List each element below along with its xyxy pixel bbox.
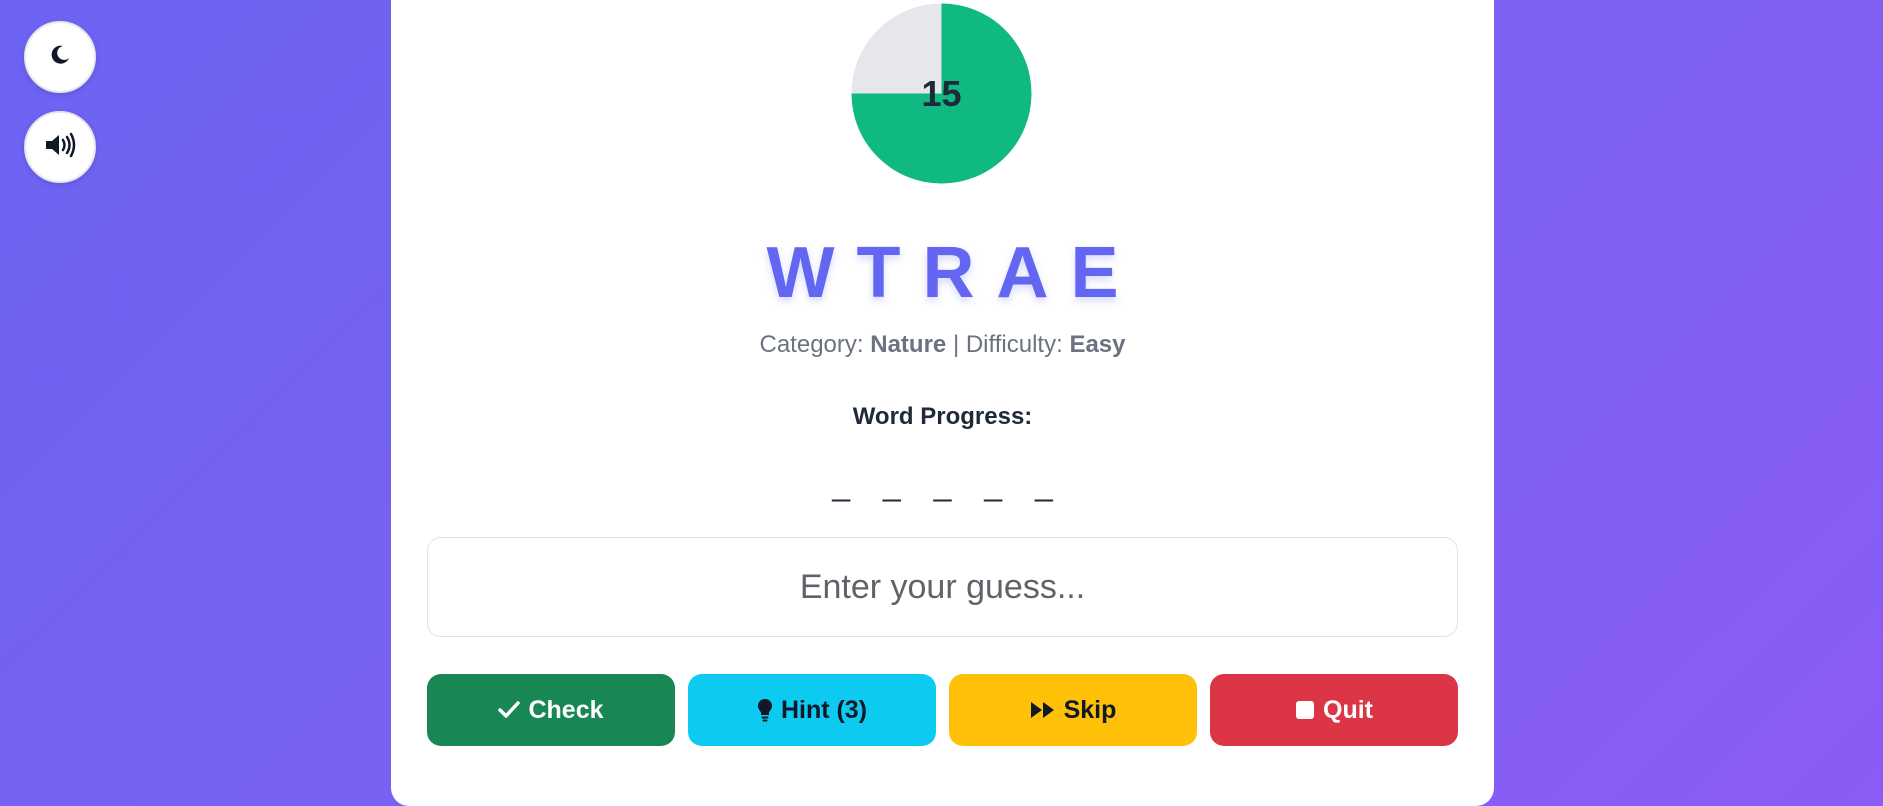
category-value: Nature <box>870 331 947 358</box>
difficulty-label: Difficulty: <box>965 331 1063 358</box>
word-meta: Category: Nature | Difficulty: Easy <box>391 331 1494 359</box>
quit-button[interactable]: Quit <box>1210 674 1458 746</box>
category-label: Category: <box>759 331 864 358</box>
timer-value: 15 <box>921 72 962 114</box>
theme-toggle-button[interactable] <box>24 21 96 93</box>
skip-label: Skip <box>1063 695 1117 724</box>
difficulty-value: Easy <box>1069 331 1126 358</box>
quit-label: Quit <box>1323 695 1373 724</box>
volume-icon <box>44 131 76 164</box>
check-icon <box>498 700 521 720</box>
sound-toggle-button[interactable] <box>24 111 96 183</box>
check-button[interactable]: Check <box>427 674 675 746</box>
check-label: Check <box>528 695 604 724</box>
skip-button[interactable]: Skip <box>949 674 1197 746</box>
stop-icon <box>1295 700 1315 720</box>
hint-label: Hint (3) <box>780 695 868 724</box>
hint-button[interactable]: Hint (3) <box>688 674 936 746</box>
moon-icon <box>48 43 72 72</box>
word-progress-blanks: _ _ _ _ _ <box>832 466 1065 502</box>
word-progress-label: Word Progress: <box>852 403 1033 430</box>
lightbulb-icon <box>757 698 773 722</box>
action-buttons: Check Hint (3) Skip Quit <box>427 674 1458 746</box>
fast-forward-icon <box>1030 700 1056 720</box>
scrambled-word: WTRAE <box>766 233 1141 313</box>
meta-separator: | <box>952 331 960 358</box>
guess-input[interactable] <box>427 537 1458 637</box>
countdown-timer: 15 <box>851 3 1032 184</box>
